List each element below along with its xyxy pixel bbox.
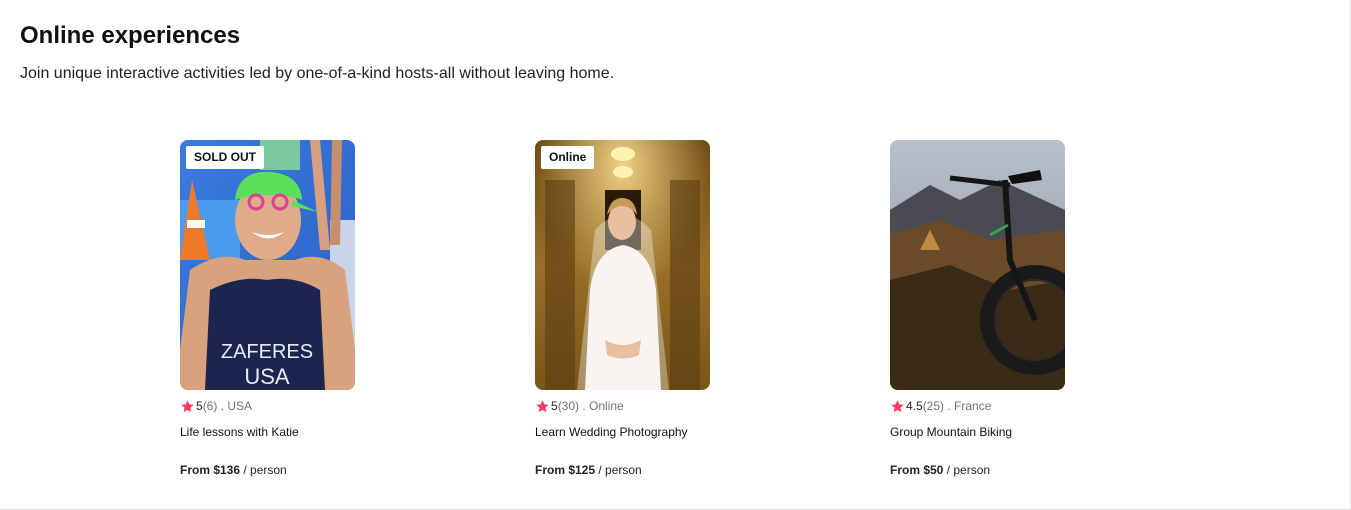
- experience-card[interactable]: Online 5 (30) . Online Learn Wedding Phot…: [535, 140, 735, 478]
- section-title: Online experiences: [20, 22, 241, 49]
- meta-separator: .: [579, 399, 590, 413]
- sold-out-badge: SOLD OUT: [186, 146, 264, 169]
- star-icon: [535, 399, 550, 414]
- experience-photo[interactable]: [890, 140, 1065, 390]
- price-amount: From $136: [180, 463, 241, 477]
- meta-separator: .: [944, 399, 955, 413]
- online-badge: Online: [541, 146, 595, 169]
- experience-price: From $50 / person: [890, 463, 1090, 478]
- card-meta: 5 (30) . Online: [535, 399, 735, 414]
- experience-card[interactable]: 4.5 (25) . France Group Mountain Biking F…: [890, 140, 1090, 478]
- experience-card[interactable]: ZAFERES USA SOLD OUT 5 (6) . USA Life les…: [180, 140, 380, 478]
- online-experiences-section: Online experiences Join unique interacti…: [0, 0, 1351, 510]
- price-unit: / person: [943, 463, 991, 477]
- bride-in-hallway-image: [535, 140, 710, 390]
- experience-price: From $136 / person: [180, 463, 380, 478]
- experience-title[interactable]: Life lessons with Katie: [180, 425, 380, 440]
- price-amount: From $50: [890, 463, 944, 477]
- rating-value: 5: [551, 399, 558, 413]
- svg-text:ZAFERES: ZAFERES: [221, 341, 313, 363]
- price-unit: / person: [595, 463, 642, 477]
- card-meta: 5 (6) . USA: [180, 399, 380, 414]
- review-count: (25): [922, 399, 945, 413]
- experience-photo[interactable]: Online: [535, 140, 710, 390]
- card-meta: 4.5 (25) . France: [890, 399, 1090, 414]
- experience-title[interactable]: Learn Wedding Photography: [535, 425, 735, 440]
- price-amount: From $125: [535, 463, 596, 477]
- location-label: USA: [227, 399, 253, 413]
- star-icon: [180, 399, 195, 414]
- section-subtitle: Join unique interactive activities led b…: [20, 65, 615, 82]
- price-unit: / person: [240, 463, 287, 477]
- review-count: (6): [202, 399, 218, 413]
- location-label: Online: [589, 399, 624, 413]
- experience-title[interactable]: Group Mountain Biking: [890, 425, 1090, 440]
- svg-text:USA: USA: [244, 364, 290, 389]
- swimmer-portrait-image: ZAFERES USA: [180, 140, 355, 390]
- location-label: France: [954, 399, 992, 413]
- experience-photo[interactable]: ZAFERES USA SOLD OUT: [180, 140, 355, 390]
- meta-separator: .: [217, 399, 228, 413]
- rating-value: 5: [196, 399, 203, 413]
- mountain-bike-landscape-image: [890, 140, 1065, 390]
- experience-price: From $125 / person: [535, 463, 735, 478]
- star-icon: [890, 399, 905, 414]
- review-count: (30): [557, 399, 580, 413]
- rating-value: 4.5: [906, 399, 923, 413]
